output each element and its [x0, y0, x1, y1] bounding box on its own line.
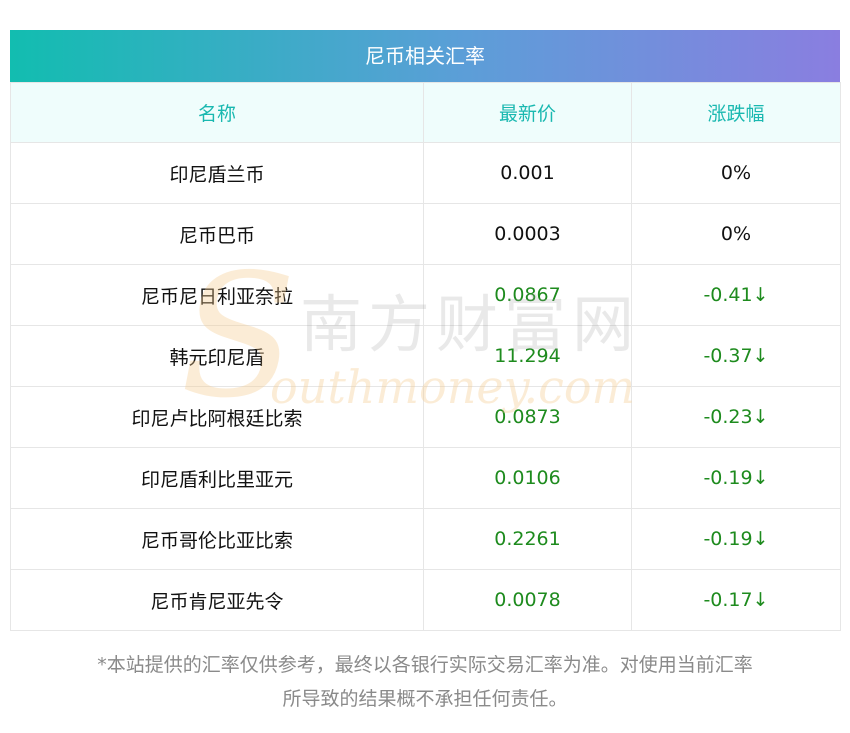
currency-pair-name: 尼币哥伦比亚比索: [10, 508, 424, 570]
change-percent: -0.19↓: [631, 447, 841, 509]
currency-pair-name: 印尼盾利比里亚元: [10, 447, 424, 509]
table-row: 尼币肯尼亚先令 0.0078 -0.17↓: [10, 569, 841, 631]
table-row: 印尼盾利比里亚元 0.0106 -0.19↓: [10, 447, 841, 509]
currency-pair-name: 韩元印尼盾: [10, 325, 424, 387]
change-percent: -0.17↓: [631, 569, 841, 631]
disclaimer-line-1: *本站提供的汇率仅供参考，最终以各银行实际交易汇率为准。对使用当前汇率: [97, 654, 753, 676]
table-row: 尼币哥伦比亚比索 0.2261 -0.19↓: [10, 508, 841, 570]
currency-pair-name: 尼币肯尼亚先令: [10, 569, 424, 631]
latest-price: 0.0106: [423, 447, 632, 509]
latest-price: 0.2261: [423, 508, 632, 570]
change-percent: 0%: [631, 203, 841, 265]
change-percent: -0.37↓: [631, 325, 841, 387]
latest-price: 0.0873: [423, 386, 632, 448]
currency-pair-name: 印尼卢比阿根廷比索: [10, 386, 424, 448]
change-percent: -0.41↓: [631, 264, 841, 326]
change-percent: -0.23↓: [631, 386, 841, 448]
table-row: 韩元印尼盾 11.294 -0.37↓: [10, 325, 841, 387]
currency-pair-name: 印尼盾兰币: [10, 142, 424, 204]
disclaimer: *本站提供的汇率仅供参考，最终以各银行实际交易汇率为准。对使用当前汇率 所导致的…: [0, 648, 850, 716]
table-row: 印尼盾兰币 0.001 0%: [10, 142, 841, 204]
header-name: 名称: [10, 82, 424, 143]
latest-price: 11.294: [423, 325, 632, 387]
header-change: 涨跌幅: [631, 82, 841, 143]
latest-price: 0.001: [423, 142, 632, 204]
change-percent: -0.19↓: [631, 508, 841, 570]
latest-price: 0.0003: [423, 203, 632, 265]
table-row: 尼币尼日利亚奈拉 0.0867 -0.41↓: [10, 264, 841, 326]
currency-pair-name: 尼币尼日利亚奈拉: [10, 264, 424, 326]
latest-price: 0.0078: [423, 569, 632, 631]
rate-table: 名称 最新价 涨跌幅 印尼盾兰币 0.001 0% 尼币巴币 0.0003 0% 尼币尼日利…: [10, 82, 841, 631]
rate-table-card: 尼币相关汇率 名称 最新价 涨跌幅 印尼盾兰币 0.001 0% 尼币巴币 0.0003…: [10, 30, 841, 631]
header-price: 最新价: [423, 82, 632, 143]
table-title: 尼币相关汇率: [10, 30, 840, 82]
disclaimer-line-2: 所导致的结果概不承担任何责任。: [282, 688, 568, 710]
currency-pair-name: 尼币巴币: [10, 203, 424, 265]
latest-price: 0.0867: [423, 264, 632, 326]
change-percent: 0%: [631, 142, 841, 204]
table-row: 印尼卢比阿根廷比索 0.0873 -0.23↓: [10, 386, 841, 448]
table-row: 尼币巴币 0.0003 0%: [10, 203, 841, 265]
header-row: 名称 最新价 涨跌幅: [10, 82, 841, 143]
